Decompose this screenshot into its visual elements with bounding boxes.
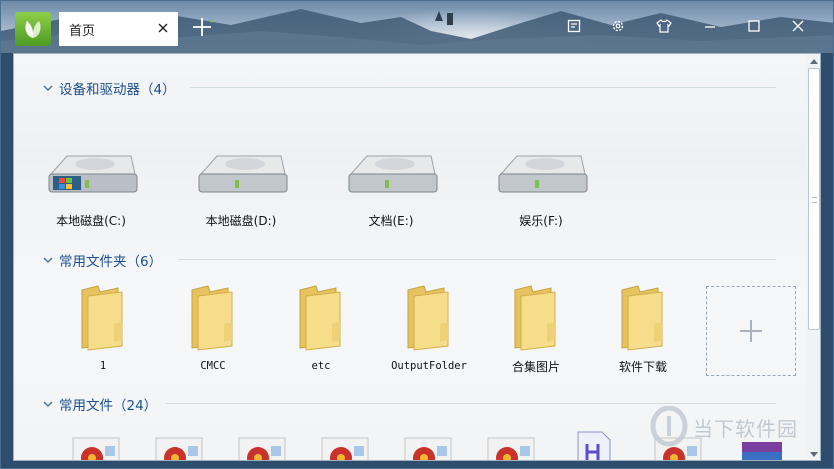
hard-drive-icon bbox=[198, 155, 288, 193]
maximize-icon[interactable] bbox=[743, 15, 765, 37]
drive-label: 娱乐(F:) bbox=[519, 214, 563, 228]
new-tab-icon[interactable] bbox=[193, 17, 215, 39]
folder-item[interactable]: etc bbox=[266, 284, 376, 376]
drive-item-f[interactable]: 娱乐(F:) bbox=[486, 152, 596, 236]
chevron-down-icon[interactable] bbox=[42, 82, 54, 94]
hard-drive-icon bbox=[498, 155, 588, 193]
image-file-icon[interactable] bbox=[155, 436, 203, 461]
folder-label: CMCC bbox=[200, 360, 226, 372]
folder-icon bbox=[191, 285, 233, 351]
title-bar: 首页 bbox=[1, 1, 833, 53]
folder-label: OutputFolder bbox=[391, 360, 467, 372]
drive-label: 文档(E:) bbox=[368, 214, 414, 228]
hard-drive-icon bbox=[348, 155, 438, 193]
folder-item[interactable]: 合集图片 bbox=[481, 284, 591, 376]
document-file-icon[interactable] bbox=[574, 430, 614, 461]
app-window: 首页 设备和驱动器（4） 本地磁盘(C:) 本地磁盘(D:) 文档(E:) 娱乐… bbox=[0, 0, 834, 469]
folder-icon bbox=[299, 285, 341, 351]
settings-icon[interactable] bbox=[607, 15, 629, 37]
skin-editor-icon[interactable] bbox=[563, 15, 585, 37]
theme-shirt-icon[interactable] bbox=[653, 15, 675, 37]
image-file-icon[interactable] bbox=[321, 436, 369, 461]
section-title-drives: 设备和驱动器（4） bbox=[59, 82, 176, 98]
image-file-icon[interactable] bbox=[404, 436, 452, 461]
folder-label: 1 bbox=[99, 360, 107, 372]
system-drive-icon bbox=[48, 155, 138, 193]
vertical-scrollbar[interactable] bbox=[806, 54, 820, 460]
section-header-files[interactable]: 常用文件（24） bbox=[42, 394, 157, 414]
folder-item[interactable]: 1 bbox=[48, 284, 158, 376]
section-divider bbox=[190, 87, 776, 88]
section-title-folders: 常用文件夹（6） bbox=[59, 254, 163, 270]
folder-icon bbox=[407, 285, 449, 351]
folder-icon bbox=[514, 285, 556, 351]
watermark-text: 当下软件园 bbox=[693, 416, 798, 441]
section-divider bbox=[178, 259, 776, 260]
drive-item-d[interactable]: 本地磁盘(D:) bbox=[186, 152, 296, 236]
section-title-files: 常用文件（24） bbox=[59, 398, 158, 414]
drive-label: 本地磁盘(D:) bbox=[205, 214, 277, 228]
site-watermark: 当下软件园 bbox=[649, 401, 825, 453]
watermark-logo-icon bbox=[650, 406, 688, 447]
tab-home[interactable]: 首页 bbox=[59, 12, 178, 46]
plus-icon bbox=[740, 320, 762, 342]
drive-item-c[interactable]: 本地磁盘(C:) bbox=[36, 152, 146, 236]
drive-item-e[interactable]: 文档(E:) bbox=[336, 152, 446, 236]
main-content: 设备和驱动器（4） 本地磁盘(C:) 本地磁盘(D:) 文档(E:) 娱乐(F:… bbox=[13, 53, 821, 461]
scroll-grip-icon bbox=[812, 197, 817, 203]
folder-item[interactable]: CMCC bbox=[158, 284, 268, 376]
image-file-icon[interactable] bbox=[72, 436, 120, 461]
drive-label: 本地磁盘(C:) bbox=[56, 214, 126, 228]
folder-item[interactable]: 软件下载 bbox=[588, 284, 698, 376]
chevron-down-icon[interactable] bbox=[42, 254, 54, 266]
scroll-up-arrow-icon[interactable] bbox=[806, 54, 820, 68]
folder-label: 软件下载 bbox=[618, 360, 667, 374]
folder-icon bbox=[621, 285, 663, 351]
minimize-icon[interactable] bbox=[699, 15, 721, 37]
tab-home-label: 首页 bbox=[69, 23, 96, 39]
scroll-thumb[interactable] bbox=[808, 68, 820, 330]
folder-icon bbox=[81, 285, 123, 351]
app-logo-icon[interactable] bbox=[15, 12, 51, 46]
folder-item[interactable]: OutputFolder bbox=[374, 284, 484, 376]
close-tab-icon[interactable] bbox=[156, 21, 170, 35]
image-file-icon[interactable] bbox=[487, 436, 535, 461]
add-folder-button[interactable] bbox=[706, 286, 796, 376]
folder-label: etc bbox=[311, 360, 331, 372]
image-file-icon[interactable] bbox=[238, 436, 286, 461]
section-header-drives[interactable]: 设备和驱动器（4） bbox=[42, 78, 176, 98]
folder-label: 合集图片 bbox=[511, 360, 560, 374]
close-window-icon[interactable] bbox=[787, 15, 809, 37]
section-header-folders[interactable]: 常用文件夹（6） bbox=[42, 250, 162, 270]
chevron-down-icon[interactable] bbox=[42, 398, 54, 410]
